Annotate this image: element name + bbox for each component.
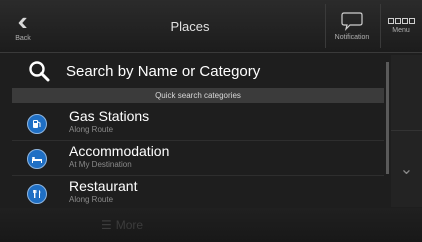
scroll-up-button[interactable]: [391, 55, 422, 131]
category-title: Restaurant: [69, 178, 138, 194]
menu-grid-icon: [387, 18, 415, 24]
menu-label: Menu: [392, 27, 410, 34]
notification-button[interactable]: Notification: [325, 4, 378, 48]
search-icon: [29, 61, 50, 82]
notification-label: Notification: [334, 34, 370, 41]
menu-button[interactable]: Menu: [380, 4, 421, 48]
list-icon: ☰: [100, 218, 112, 232]
search-label: Search by Name or Category: [66, 62, 261, 80]
bottom-bar: [0, 208, 422, 242]
page-title: Places: [170, 18, 210, 34]
category-subtitle: At My Destination: [69, 160, 132, 169]
list-scrollbar[interactable]: [386, 62, 389, 174]
category-title: Gas Stations: [69, 108, 150, 124]
places-screen: ‹‹ Back Places Notification Menu Search …: [0, 0, 422, 242]
scroll-side-panel: ⌄: [391, 55, 422, 207]
scroll-down-button[interactable]: ⌄: [391, 131, 422, 207]
category-subtitle: Along Route: [69, 195, 114, 204]
back-button[interactable]: ‹‹ Back: [4, 4, 42, 48]
search-by-name-button[interactable]: Search by Name or Category: [14, 56, 386, 86]
header-bar: ‹‹ Back Places Notification Menu: [0, 0, 422, 53]
category-list: Gas Stations Along Route Accommodation A…: [12, 106, 384, 211]
category-item-restaurant[interactable]: Restaurant Along Route: [12, 176, 384, 211]
more-button[interactable]: ☰ More: [72, 215, 172, 235]
chevron-down-icon: ⌄: [399, 161, 414, 178]
category-title: Accommodation: [69, 143, 170, 159]
speech-bubble-icon: [341, 12, 363, 31]
fork-knife-icon: [27, 184, 47, 204]
gas-station-icon: [27, 114, 47, 134]
category-item-accommodation[interactable]: Accommodation At My Destination: [12, 141, 384, 176]
bed-icon: [27, 149, 47, 169]
category-item-gas-stations[interactable]: Gas Stations Along Route: [12, 106, 384, 141]
more-label: More: [115, 218, 144, 232]
category-subtitle: Along Route: [69, 125, 114, 134]
category-section-header: Quick search categories: [12, 88, 384, 103]
back-label: Back: [15, 35, 31, 42]
